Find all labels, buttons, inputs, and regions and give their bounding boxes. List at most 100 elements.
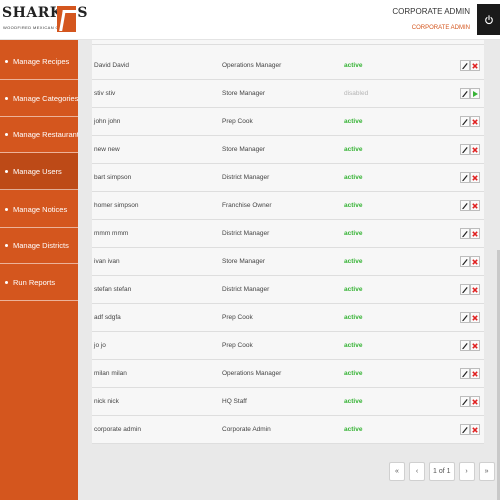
pencil-icon xyxy=(462,398,468,405)
user-role: Store Manager xyxy=(222,90,265,97)
delete-button[interactable] xyxy=(470,396,480,407)
user-role: Operations Manager xyxy=(222,370,282,377)
edit-button[interactable] xyxy=(460,88,470,99)
edit-button[interactable] xyxy=(460,172,470,183)
edit-button[interactable] xyxy=(460,284,470,295)
user-role-subtitle[interactable]: CORPORATE ADMIN xyxy=(412,25,470,31)
table-row: stefan stefan District Manager active xyxy=(92,276,484,304)
pencil-icon xyxy=(462,174,468,181)
user-role: District Manager xyxy=(222,286,270,293)
user-role: Corporate Admin xyxy=(222,426,271,433)
edit-button[interactable] xyxy=(460,116,470,127)
row-actions xyxy=(460,144,480,156)
user-role: Prep Cook xyxy=(222,118,253,125)
table-row: milan milan Operations Manager active xyxy=(92,360,484,388)
delete-icon xyxy=(472,230,478,237)
delete-button[interactable] xyxy=(470,424,480,435)
table-row: ivan ivan Store Manager active xyxy=(92,248,484,276)
sidebar-item-manage-districts[interactable]: Manage Districts xyxy=(0,227,78,264)
sidebar-item-manage-recipes[interactable]: Manage Recipes xyxy=(0,43,78,80)
delete-button[interactable] xyxy=(470,172,480,183)
sidebar-item-manage-users[interactable]: Manage Users xyxy=(0,153,78,190)
sharkys-logo[interactable]: SHARKY'S WOODFIRED MEXICAN GRILL xyxy=(2,3,88,39)
edit-button[interactable] xyxy=(460,396,470,407)
user-role: District Manager xyxy=(222,174,270,181)
edit-button[interactable] xyxy=(460,340,470,351)
status-label: active xyxy=(344,286,363,293)
pencil-icon xyxy=(462,202,468,209)
table-row: jo jo Prep Cook active xyxy=(92,332,484,360)
delete-icon xyxy=(472,286,478,293)
edit-button[interactable] xyxy=(460,228,470,239)
row-actions xyxy=(460,200,480,212)
delete-button[interactable] xyxy=(470,228,480,239)
delete-button[interactable] xyxy=(470,60,480,71)
page-info: 1 of 1 xyxy=(429,462,455,481)
delete-button[interactable] xyxy=(470,144,480,155)
delete-button[interactable] xyxy=(470,340,480,351)
status-label: active xyxy=(344,426,363,433)
next-page-button[interactable]: › xyxy=(458,462,475,481)
sidebar-nav: Manage Recipes Manage Categories Manage … xyxy=(0,40,83,500)
delete-button[interactable] xyxy=(470,256,480,267)
row-actions xyxy=(460,172,480,184)
delete-button[interactable] xyxy=(470,116,480,127)
bullet-icon xyxy=(5,132,8,136)
user-role: Store Manager xyxy=(222,258,265,265)
pencil-icon xyxy=(462,426,468,433)
delete-icon xyxy=(472,202,478,209)
edit-button[interactable] xyxy=(460,312,470,323)
pencil-icon xyxy=(462,62,468,69)
table-row: new new Store Manager active xyxy=(92,136,484,164)
status-label: active xyxy=(344,118,363,125)
sidebar-item-manage-categories[interactable]: Manage Categories xyxy=(0,80,78,117)
delete-icon xyxy=(472,118,478,125)
prev-page-button[interactable]: ‹ xyxy=(409,462,425,481)
pencil-icon xyxy=(462,146,468,153)
logout-button[interactable] xyxy=(477,4,500,35)
last-page-button[interactable]: » xyxy=(478,462,495,481)
user-name: jo jo xyxy=(94,342,106,349)
table-row: john john Prep Cook active xyxy=(92,108,484,136)
status-label: active xyxy=(344,258,363,265)
delete-button[interactable] xyxy=(470,200,480,211)
user-name: mmm mmm xyxy=(94,230,129,237)
bullet-icon xyxy=(5,207,8,211)
first-page-button[interactable]: « xyxy=(389,462,405,481)
status-label: active xyxy=(344,314,363,321)
delete-icon xyxy=(472,314,478,321)
user-role: District Manager xyxy=(222,230,270,237)
edit-button[interactable] xyxy=(460,144,470,155)
user-name: stiv stiv xyxy=(94,90,116,97)
edit-button[interactable] xyxy=(460,200,470,211)
pagination: « ‹ 1 of 1 › » xyxy=(389,462,495,482)
bullet-icon xyxy=(5,59,8,63)
pencil-icon xyxy=(462,342,468,349)
sidebar-item-manage-restaurants[interactable]: Manage Restaurants xyxy=(0,116,83,153)
edit-button[interactable] xyxy=(460,60,470,71)
edit-button[interactable] xyxy=(460,424,470,435)
edit-button[interactable] xyxy=(460,256,470,267)
pencil-icon xyxy=(462,370,468,377)
pencil-icon xyxy=(462,118,468,125)
sidebar-item-label: Run Reports xyxy=(13,277,56,287)
activate-icon xyxy=(473,90,478,97)
user-name: bart simpson xyxy=(94,174,132,181)
table-row: homer simpson Franchise Owner active xyxy=(92,192,484,220)
sidebar-item-label: Manage Users xyxy=(13,166,62,176)
pencil-icon xyxy=(462,230,468,237)
row-actions xyxy=(460,396,480,408)
delete-button[interactable] xyxy=(470,284,480,295)
activate-button[interactable] xyxy=(470,88,480,99)
delete-button[interactable] xyxy=(470,312,480,323)
main-content: David David Operations Manager active stiv … xyxy=(78,40,500,500)
sidebar-item-manage-notices[interactable]: Manage Notices xyxy=(0,191,78,228)
sidebar-item-run-reports[interactable]: Run Reports xyxy=(0,264,78,301)
edit-button[interactable] xyxy=(460,368,470,379)
user-role: HQ Staff xyxy=(222,398,247,405)
status-label: active xyxy=(344,146,363,153)
delete-button[interactable] xyxy=(470,368,480,379)
delete-icon xyxy=(472,258,478,265)
pencil-icon xyxy=(462,90,468,97)
user-name: ivan ivan xyxy=(94,258,120,265)
